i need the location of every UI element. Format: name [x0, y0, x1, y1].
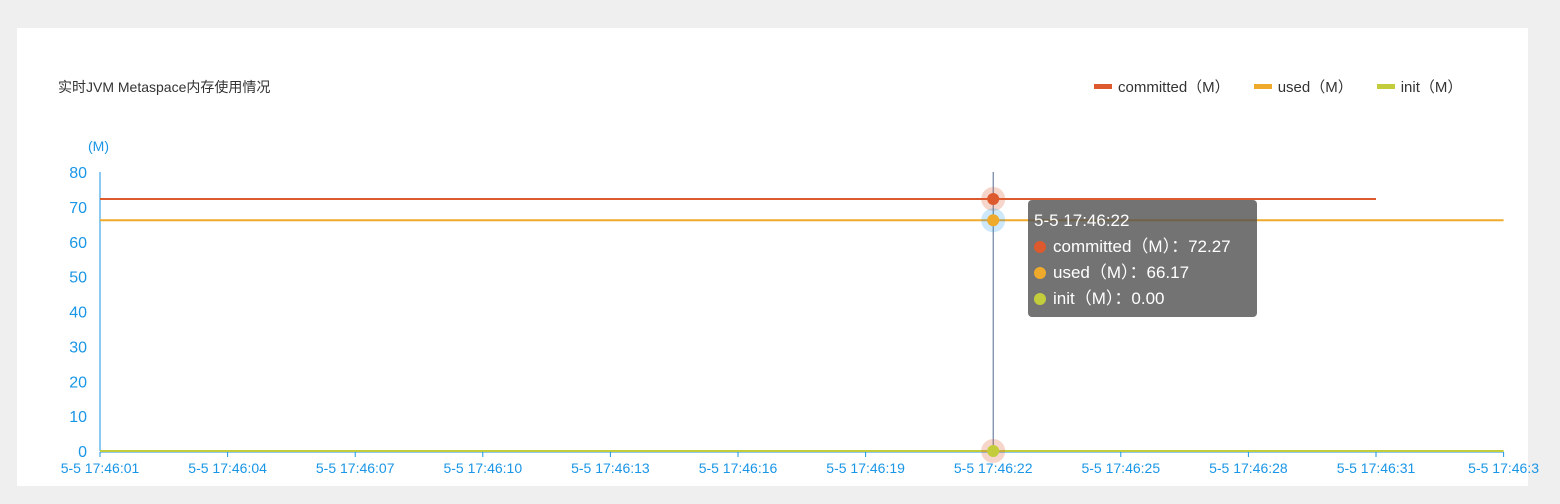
- data-point-used: [987, 214, 1000, 227]
- x-tick-label: 5-5 17:46:28: [1209, 460, 1288, 476]
- x-tick-label: 5-5 17:46:07: [316, 460, 395, 476]
- x-tick-label: 5-5 17:46:3: [1468, 460, 1539, 476]
- tooltip-label-committed: committed（M）：72.27: [1053, 237, 1231, 256]
- y-tick-label: 20: [69, 374, 87, 391]
- tooltip-dot-init: [1034, 293, 1046, 305]
- y-tick-label: 30: [69, 339, 87, 356]
- tooltip-row-used: used（M）：66.17: [1034, 260, 1251, 286]
- tooltip-row-committed: committed（M）：72.27: [1034, 234, 1251, 260]
- y-axis-unit: (M): [88, 138, 109, 154]
- line-chart[interactable]: (M) 0 10 20 30 40 50 60 70 80 5-5 17:46:01 5-5 17:4…: [0, 0, 1560, 504]
- tooltip-dot-committed: [1034, 241, 1046, 253]
- tooltip-title: 5-5 17:46:22: [1034, 211, 1130, 230]
- x-tick-label: 5-5 17:46:01: [61, 460, 140, 476]
- data-point-committed: [987, 192, 1000, 205]
- data-point-init: [987, 445, 1000, 457]
- y-tick-label: 70: [69, 200, 87, 217]
- tooltip-label-init: init（M）：0.00: [1053, 289, 1165, 308]
- y-tick-label: 80: [69, 165, 87, 182]
- x-tick-label: 5-5 17:46:25: [1081, 460, 1160, 476]
- x-tick-label: 5-5 17:46:04: [188, 460, 267, 476]
- tooltip-label-used: used（M）：66.17: [1053, 263, 1190, 282]
- x-tick-label: 5-5 17:46:19: [826, 460, 905, 476]
- y-tick-label: 60: [69, 235, 87, 252]
- y-tick-label: 10: [69, 409, 87, 426]
- tooltip-dot-used: [1034, 267, 1046, 279]
- y-tick-label: 50: [69, 270, 87, 287]
- x-tick-label: 5-5 17:46:16: [699, 460, 778, 476]
- x-tick-label: 5-5 17:46:10: [443, 460, 522, 476]
- tooltip-row-init: init（M）：0.00: [1034, 286, 1251, 312]
- x-tick-label: 5-5 17:46:31: [1337, 460, 1416, 476]
- y-tick-label: 40: [69, 305, 87, 322]
- y-tick-label: 0: [78, 444, 87, 461]
- x-tick-label: 5-5 17:46:13: [571, 460, 650, 476]
- tooltip: 5-5 17:46:22 committed（M）：72.27 used（M）：…: [1028, 200, 1257, 317]
